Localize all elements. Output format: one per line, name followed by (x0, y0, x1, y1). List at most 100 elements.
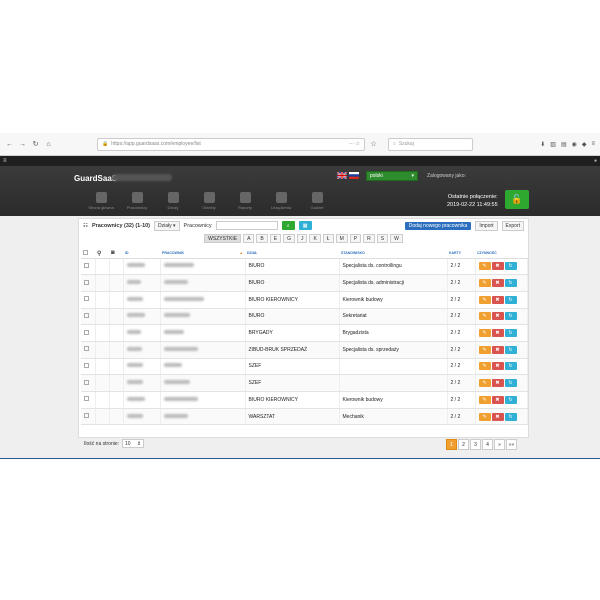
next-page-button[interactable]: » (494, 439, 505, 450)
letter-button[interactable]: P (349, 234, 362, 243)
forward-icon[interactable]: → (18, 141, 27, 148)
checkbox[interactable] (84, 362, 89, 368)
checkbox[interactable] (84, 329, 89, 335)
nav-gadget[interactable]: Gadżet (299, 192, 335, 210)
edit-button[interactable]: ✎ (478, 312, 491, 321)
letter-button[interactable]: R (363, 234, 375, 243)
search-button[interactable]: ⌕ (281, 221, 295, 230)
refresh-button[interactable]: ↻ (504, 362, 517, 371)
ru-flag-icon[interactable] (349, 172, 359, 179)
edit-button[interactable]: ✎ (478, 279, 491, 288)
edit-button[interactable]: ✎ (478, 362, 491, 371)
nav-devices[interactable]: Urządzenia (263, 192, 299, 210)
delete-button[interactable]: ✖ (491, 279, 504, 288)
delete-button[interactable]: ✖ (491, 362, 504, 371)
row-select-cell[interactable] (81, 391, 96, 409)
delete-button[interactable]: ✖ (491, 312, 504, 321)
home-icon[interactable]: ⌂ (44, 141, 53, 148)
edit-button[interactable]: ✎ (478, 345, 491, 354)
reader-icon[interactable]: ☆ (369, 140, 378, 148)
refresh-button[interactable]: ↻ (504, 279, 517, 288)
unlock-button[interactable]: 🔓 (505, 190, 529, 209)
edit-button[interactable]: ✎ (478, 395, 491, 404)
nav-objects[interactable]: Obiekty (191, 192, 227, 210)
checkbox[interactable] (84, 396, 89, 402)
menu-icon[interactable]: ≡ (591, 141, 595, 148)
letter-button[interactable]: S (376, 234, 389, 243)
employee-name-cell[interactable] (160, 391, 246, 409)
letter-button[interactable]: Ł (322, 234, 334, 243)
browser-search[interactable]: ⌕ Szukaj (388, 137, 473, 151)
column-header[interactable]: ID (123, 249, 160, 259)
checkbox[interactable] (84, 379, 89, 385)
row-select-cell[interactable] (81, 358, 96, 376)
delete-button[interactable]: ✖ (491, 295, 504, 304)
table-row[interactable]: BIURO Specjalista ds. administracji 2 / 2 ✎… (81, 274, 528, 292)
departments-dropdown[interactable]: Działy ▾ (154, 220, 180, 231)
letter-button[interactable]: A (243, 234, 255, 243)
employee-name-cell[interactable] (160, 374, 246, 392)
refresh-button[interactable]: ↻ (504, 262, 517, 271)
reload-icon[interactable]: ↻ (31, 140, 40, 148)
row-select-cell[interactable] (81, 408, 96, 426)
refresh-button[interactable]: ↻ (504, 412, 517, 421)
sidebar-icon[interactable]: ▤ (561, 141, 567, 148)
table-row[interactable]: BIURO Specjalista ds. controllingu 2 / 2 ✎ ✖… (81, 258, 528, 276)
letter-button[interactable]: K (309, 234, 321, 243)
last-page-button[interactable]: »» (506, 439, 517, 450)
refresh-button[interactable]: ↻ (504, 395, 517, 404)
table-row[interactable]: BIURO Sekretariat 2 / 2 ✎ ✖ ↻ (81, 308, 528, 326)
refresh-button[interactable]: ↻ (504, 329, 517, 338)
delete-button[interactable]: ✖ (491, 329, 504, 338)
refresh-button[interactable]: ↻ (504, 379, 517, 388)
edit-button[interactable]: ✎ (478, 329, 491, 338)
refresh-button[interactable]: ↻ (504, 312, 517, 321)
import-button[interactable]: Import (475, 220, 498, 231)
page-actions-icon[interactable]: ··· ☆ (349, 141, 360, 147)
page-button[interactable]: 3 (470, 439, 481, 450)
per-page-select[interactable]: 10 ⇕ (122, 439, 145, 448)
nav-employees[interactable]: Pracownicy (119, 192, 155, 210)
table-row[interactable]: ZIBUD-BRUK SPRZEDAŻ Specjalista ds. sprze… (81, 341, 528, 359)
delete-button[interactable]: ✖ (491, 345, 504, 354)
extension-icon[interactable]: ◉ (572, 141, 577, 148)
uk-flag-icon[interactable] (337, 172, 347, 179)
employee-name-cell[interactable] (160, 274, 246, 292)
nav-reports[interactable]: Raporty (227, 192, 263, 210)
edit-button[interactable]: ✎ (478, 412, 491, 421)
delete-button[interactable]: ✖ (491, 262, 504, 271)
row-select-cell[interactable] (81, 274, 96, 292)
employee-name-cell[interactable] (160, 308, 246, 326)
column-header[interactable]: STANOWISKO (339, 249, 447, 259)
calendar-button[interactable]: ▦ (298, 221, 312, 230)
url-bar[interactable]: 🔒 https://app.guardsaas.com/employee/lis… (97, 137, 365, 151)
edit-button[interactable]: ✎ (478, 295, 491, 304)
extension-icon[interactable]: ◆ (582, 141, 587, 148)
letter-all-button[interactable]: WSZYSTKIE (204, 234, 242, 243)
page-button[interactable]: 1 (446, 439, 457, 450)
select-all-header[interactable] (81, 249, 95, 259)
row-select-cell[interactable] (81, 341, 96, 359)
language-select[interactable]: polski ▾ (366, 171, 418, 181)
nav-departments[interactable]: Działy (155, 192, 191, 210)
employee-name-cell[interactable] (160, 291, 246, 309)
library-icon[interactable]: ▥ (550, 141, 556, 148)
letter-button[interactable]: J (296, 234, 308, 243)
column-header[interactable]: PRACOWNIK ▲ (160, 249, 245, 259)
checkbox[interactable] (84, 296, 89, 302)
checkbox[interactable] (84, 413, 89, 419)
table-row[interactable]: BIURO KIEROWNICY Kierownik budowy 2 / 2 ✎ ✖ ↻ (81, 291, 528, 309)
add-employee-button[interactable]: Dodaj nowego pracownika (404, 221, 472, 230)
checkbox[interactable] (84, 262, 89, 268)
row-select-cell[interactable] (81, 258, 96, 276)
checkbox[interactable] (84, 312, 89, 318)
refresh-button[interactable]: ↻ (504, 295, 517, 304)
delete-button[interactable]: ✖ (491, 395, 504, 404)
edit-button[interactable]: ✎ (478, 262, 491, 271)
download-icon[interactable]: ⬇ (540, 141, 545, 148)
edit-button[interactable]: ✎ (478, 379, 491, 388)
column-header[interactable]: DZIAŁ (245, 249, 339, 259)
checkbox[interactable] (84, 346, 89, 352)
table-row[interactable]: WARSZTAT Mechanik 2 / 2 ✎ ✖ ↻ (81, 408, 528, 426)
nav-home[interactable]: Strona główna (83, 192, 119, 210)
